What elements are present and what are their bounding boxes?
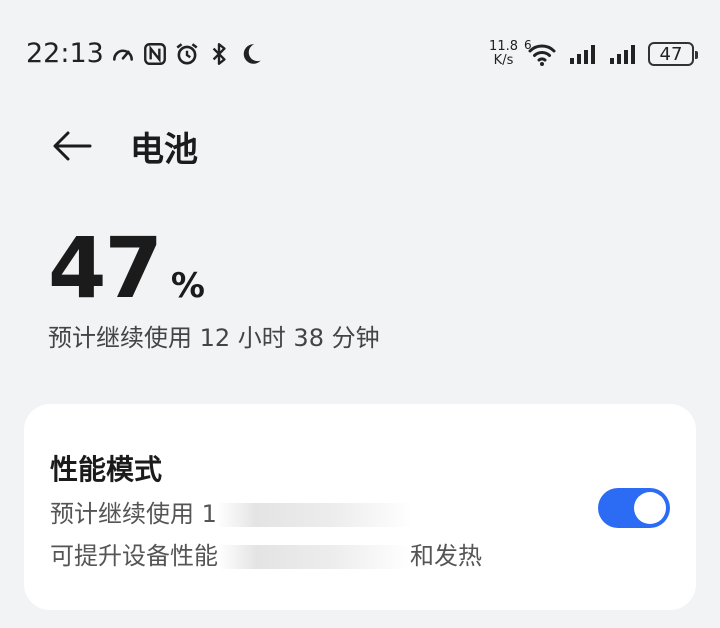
performance-mode-description: 可提升设备性能 和发热	[50, 536, 482, 571]
speedometer-icon	[113, 49, 133, 61]
moon-icon	[243, 44, 261, 64]
toggle-knob	[634, 492, 666, 524]
wifi-gen-label: 6	[524, 38, 532, 52]
net-speed-value: 11.8	[489, 39, 518, 54]
performance-estimate-text: 预计继续使用 1	[50, 500, 217, 528]
battery-percent-value: 47	[48, 219, 163, 317]
battery-estimate: 预计继续使用 12 小时 38 分钟	[48, 324, 380, 352]
performance-mode-title: 性能模式	[50, 453, 163, 486]
battery-percent-sign: %	[170, 266, 205, 306]
battery-level-label: 47	[659, 43, 683, 65]
performance-mode-card[interactable]: 性能模式 预计继续使用 1 可提升设备性能 和发热	[24, 404, 696, 610]
status-bar: 22:13 11.8 K/s 6 47	[0, 0, 720, 110]
back-button[interactable]	[48, 122, 96, 170]
blurred-redaction	[218, 545, 410, 569]
battery-icon: 47	[648, 42, 698, 66]
blurred-redaction	[216, 503, 413, 527]
net-speed-unit: K/s	[493, 53, 514, 68]
status-icons-right: 11.8 K/s 6 47	[489, 38, 698, 68]
performance-mode-estimate: 预计继续使用 1	[50, 494, 413, 529]
page-header: 电池	[48, 118, 198, 174]
wifi-icon: 6	[524, 38, 560, 68]
bluetooth-icon	[212, 43, 226, 65]
performance-desc-suffix: 和发热	[410, 542, 482, 570]
arrow-left-icon	[53, 131, 92, 161]
performance-desc-prefix: 可提升设备性能	[50, 542, 218, 570]
network-speed: 11.8 K/s	[489, 40, 518, 68]
status-time: 22:13	[26, 38, 104, 69]
status-icons-left	[110, 40, 264, 68]
performance-mode-toggle[interactable]	[598, 488, 670, 528]
page-title: 电池	[130, 129, 198, 170]
signal-icon	[570, 45, 595, 64]
nfc-icon	[144, 43, 166, 65]
signal-icon	[610, 45, 635, 64]
battery-percent: 47 %	[48, 218, 205, 318]
alarm-icon	[176, 43, 198, 65]
